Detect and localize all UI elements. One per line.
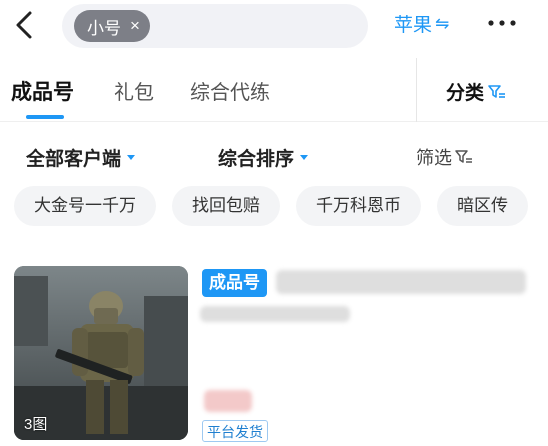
tab-boosting[interactable]: 综合代练 bbox=[190, 76, 270, 105]
platform-switch-button[interactable]: 苹果 ⇋ bbox=[394, 10, 449, 37]
client-dropdown-label: 全部客户端 bbox=[26, 149, 122, 170]
clear-tag-icon[interactable]: × bbox=[130, 16, 140, 36]
search-tag: 小号 × bbox=[74, 10, 150, 42]
sort-order-label: 综合排序 bbox=[218, 149, 295, 170]
chip-recovery-guarantee[interactable]: 找回包赔 bbox=[172, 186, 280, 226]
category-label: 分类 bbox=[446, 83, 485, 104]
shipping-tag: 平台发货 bbox=[202, 420, 268, 442]
more-icon[interactable] bbox=[486, 13, 518, 33]
platform-label: 苹果 bbox=[394, 15, 433, 36]
back-icon[interactable] bbox=[10, 8, 40, 42]
listing-subtitle-redacted bbox=[200, 306, 350, 322]
sort-bar: 全部客户端 综合排序 筛选 bbox=[0, 136, 548, 176]
switch-icon: ⇋ bbox=[435, 13, 450, 33]
filter-icon bbox=[455, 150, 472, 163]
chip-arena-breakout[interactable]: 暗区传 bbox=[437, 186, 528, 226]
listing-type-badge: 成品号 bbox=[202, 269, 267, 297]
client-dropdown[interactable]: 全部客户端 bbox=[26, 144, 136, 171]
category-button[interactable]: 分类 bbox=[446, 78, 507, 105]
filter-icon bbox=[488, 84, 506, 98]
search-tag-label: 小号 bbox=[87, 18, 121, 38]
tab-finished-account[interactable]: 成品号 bbox=[11, 76, 74, 106]
filter-label: 筛选 bbox=[416, 148, 452, 168]
divider bbox=[416, 58, 417, 122]
search-input[interactable]: 小号 × bbox=[62, 4, 368, 48]
chevron-down-icon bbox=[300, 155, 309, 160]
tab-active-indicator bbox=[26, 115, 64, 119]
listing-card[interactable]: 3图 成品号 平台发货 bbox=[14, 266, 534, 446]
listing-title-redacted bbox=[276, 270, 526, 294]
tab-gift-pack[interactable]: 礼包 bbox=[114, 76, 154, 105]
chevron-down-icon bbox=[127, 155, 136, 160]
chip-koen-coins[interactable]: 千万科恩币 bbox=[296, 186, 421, 226]
tab-bar: 成品号 礼包 综合代练 分类 bbox=[0, 58, 548, 122]
filter-button[interactable]: 筛选 bbox=[416, 144, 474, 170]
sort-order-dropdown[interactable]: 综合排序 bbox=[218, 144, 309, 171]
listing-price-redacted bbox=[204, 390, 252, 412]
image-count: 3图 bbox=[24, 416, 48, 433]
chip-gold-account[interactable]: 大金号一千万 bbox=[14, 186, 156, 226]
top-bar: 小号 × 苹果 ⇋ bbox=[0, 0, 548, 50]
quick-filter-chips: 大金号一千万 找回包赔 千万科恩币 暗区传 bbox=[14, 186, 548, 228]
listing-thumbnail[interactable]: 3图 bbox=[14, 266, 188, 440]
